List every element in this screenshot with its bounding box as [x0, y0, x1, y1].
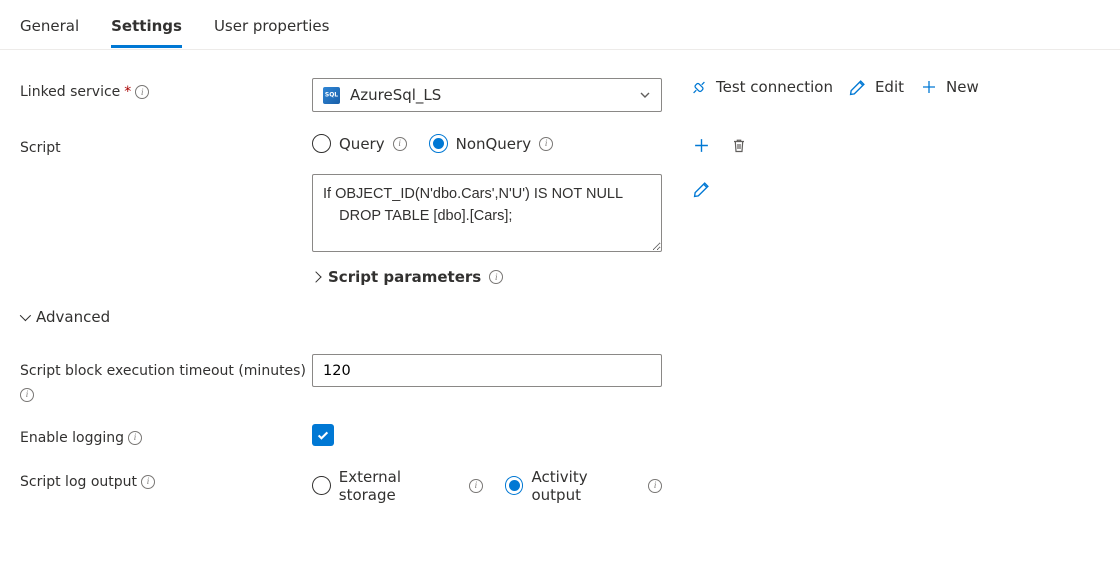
add-script-button[interactable] — [690, 134, 712, 156]
test-connection-button[interactable]: Test connection — [690, 78, 833, 96]
enable-logging-label: Enable logging — [20, 430, 124, 446]
edit-button[interactable]: Edit — [849, 78, 904, 96]
plus-icon — [920, 78, 938, 96]
advanced-toggle[interactable]: Advanced — [20, 308, 110, 326]
script-textarea[interactable]: If OBJECT_ID(N'dbo.Cars',N'U') IS NOT NU… — [312, 174, 662, 252]
linked-service-label: Linked service — [20, 84, 120, 100]
info-icon[interactable]: i — [489, 270, 503, 284]
radio-external-storage[interactable]: External storage i — [312, 468, 483, 504]
tab-bar: General Settings User properties — [0, 0, 1120, 50]
info-icon[interactable]: i — [469, 479, 483, 493]
info-icon[interactable]: i — [648, 479, 662, 493]
info-icon[interactable]: i — [539, 137, 553, 151]
info-icon[interactable]: i — [393, 137, 407, 151]
required-asterisk: * — [124, 84, 131, 100]
chevron-right-icon — [310, 271, 321, 282]
radio-nonquery[interactable]: NonQuery i — [429, 134, 554, 153]
new-button[interactable]: New — [920, 78, 979, 96]
radio-icon — [312, 134, 331, 153]
chevron-down-icon — [20, 310, 31, 321]
radio-icon — [312, 476, 331, 495]
script-log-output-label: Script log output — [20, 474, 137, 490]
sql-icon — [323, 87, 340, 104]
info-icon[interactable]: i — [20, 388, 34, 402]
trash-icon — [731, 137, 747, 154]
script-timeout-label: Script block execution timeout (minutes) — [20, 360, 306, 384]
check-icon — [316, 428, 330, 442]
enable-logging-checkbox[interactable] — [312, 424, 334, 446]
tab-user-properties[interactable]: User properties — [214, 3, 330, 47]
pencil-icon — [693, 181, 710, 198]
script-parameters-toggle[interactable]: Script parameters i — [312, 268, 503, 286]
tab-settings[interactable]: Settings — [111, 3, 182, 47]
script-timeout-input[interactable] — [312, 354, 662, 387]
info-icon[interactable]: i — [141, 475, 155, 489]
chevron-down-icon — [639, 89, 651, 101]
radio-query[interactable]: Query i — [312, 134, 407, 153]
info-icon[interactable]: i — [135, 85, 149, 99]
edit-script-button[interactable] — [690, 178, 712, 200]
info-icon[interactable]: i — [128, 431, 142, 445]
linked-service-dropdown[interactable]: AzureSql_LS — [312, 78, 662, 112]
plus-icon — [693, 137, 710, 154]
pencil-icon — [849, 78, 867, 96]
delete-script-button[interactable] — [728, 134, 750, 156]
radio-icon — [505, 476, 524, 495]
radio-activity-output[interactable]: Activity output i — [505, 468, 662, 504]
test-connection-icon — [690, 78, 708, 96]
linked-service-value: AzureSql_LS — [350, 86, 629, 104]
radio-icon — [429, 134, 448, 153]
tab-general[interactable]: General — [20, 3, 79, 47]
script-label: Script — [20, 140, 61, 156]
